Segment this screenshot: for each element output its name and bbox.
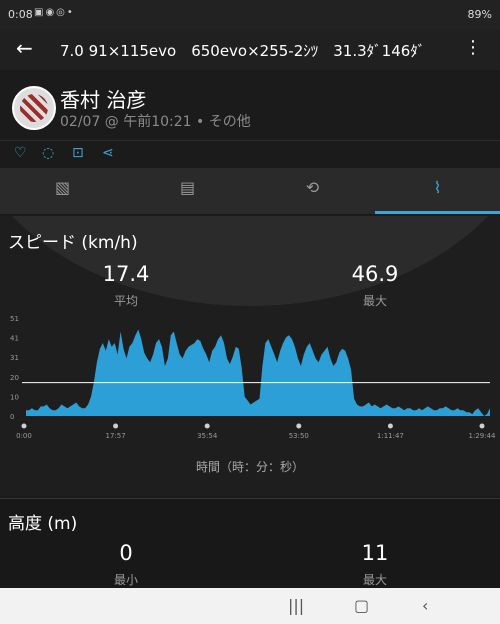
speed-avg-value: 17.4 <box>102 262 150 286</box>
x-tick-marker <box>387 423 393 429</box>
profile-header: 香村 治彦 02/07 @ 午前10:21 • その他 <box>0 74 500 138</box>
x-tick-marker <box>113 423 119 429</box>
action-row: ♡ ◌ ⊡ ⋖ <box>0 140 500 167</box>
x-axis-label: 時間（時：分：秒） <box>195 460 304 474</box>
y-tick-label: 51 <box>10 315 19 323</box>
speed-avg-label: 平均 <box>113 294 138 308</box>
battery-level: 89% <box>467 8 492 21</box>
tab-details[interactable]: ▤ <box>125 168 250 214</box>
altitude-max-label: 最大 <box>362 573 387 587</box>
activity-title: 7.0 91×115evo 650evo×255-2ｼﾂ 31.3ﾀﾞ146ﾀﾞ <box>60 42 426 60</box>
y-tick-label: 20 <box>10 374 19 382</box>
system-nav-bar: ||| ▢ ‹ <box>0 588 500 624</box>
comment-icon[interactable]: ◌ <box>42 145 54 161</box>
app-bar: ← 7.0 91×115evo 650evo×255-2ｼﾂ 31.3ﾀﾞ146… <box>0 30 500 70</box>
status-time: 0:08 <box>8 8 33 21</box>
altitude-min-label: 最小 <box>113 573 138 587</box>
tab-charts[interactable]: ⌇ <box>375 168 500 214</box>
tab-map[interactable]: ▧ <box>0 168 125 214</box>
altitude-min-value: 0 <box>119 541 133 565</box>
nav-back-icon[interactable]: ‹ <box>422 596 428 615</box>
user-name[interactable]: 香村 治彦 <box>60 84 146 113</box>
notification-icons: ▣◉◎• <box>34 7 75 18</box>
x-tick-marker <box>21 423 27 429</box>
x-tick-label: 1:11:47 <box>377 432 404 440</box>
x-tick-marker <box>479 423 485 429</box>
tab-laps[interactable]: ⟲ <box>250 168 375 214</box>
avatar[interactable] <box>12 86 56 130</box>
x-tick-label: 0:00 <box>16 432 32 440</box>
activity-subtitle: 02/07 @ 午前10:21 • その他 <box>60 114 251 130</box>
more-menu-icon[interactable]: ⋮ <box>464 37 482 58</box>
x-tick-label: 17:57 <box>106 432 126 440</box>
x-tick-label: 1:29:44 <box>469 432 497 440</box>
speed-max-value: 46.9 <box>351 262 399 286</box>
speed-chart: 51 41 31 20 10 0 0:00 17:57 35:54 53:50 1:11:47 1:2… <box>10 315 497 440</box>
altitude-title: 高度 (m) <box>8 514 78 534</box>
y-tick-label: 0 <box>10 413 14 421</box>
speed-title: スピード (km/h) <box>8 233 138 253</box>
like-icon[interactable]: ♡ <box>14 145 27 161</box>
recents-icon[interactable]: ||| <box>288 596 304 615</box>
altitude-panel: 高度 (m) 0 最小 11 最大 <box>0 498 500 589</box>
x-tick-marker <box>204 423 210 429</box>
y-tick-label: 31 <box>10 354 19 362</box>
back-arrow-icon[interactable]: ← <box>16 36 33 60</box>
altitude-max-value: 11 <box>361 541 389 565</box>
x-tick-label: 35:54 <box>197 432 218 440</box>
share-icon[interactable]: ⋖ <box>102 145 114 161</box>
y-tick-label: 10 <box>10 393 19 401</box>
y-tick-label: 41 <box>10 335 19 343</box>
status-bar: 0:08 ▣◉◎• 89% <box>0 0 500 30</box>
x-tick-label: 53:50 <box>289 432 309 440</box>
speed-max-label: 最大 <box>362 294 387 308</box>
x-tick-marker <box>296 423 302 429</box>
tab-bar: ▧ ▤ ⟲ ⌇ <box>0 168 500 214</box>
speed-area-series <box>26 329 490 416</box>
camera-icon[interactable]: ⊡ <box>72 145 84 161</box>
home-icon[interactable]: ▢ <box>354 596 369 615</box>
